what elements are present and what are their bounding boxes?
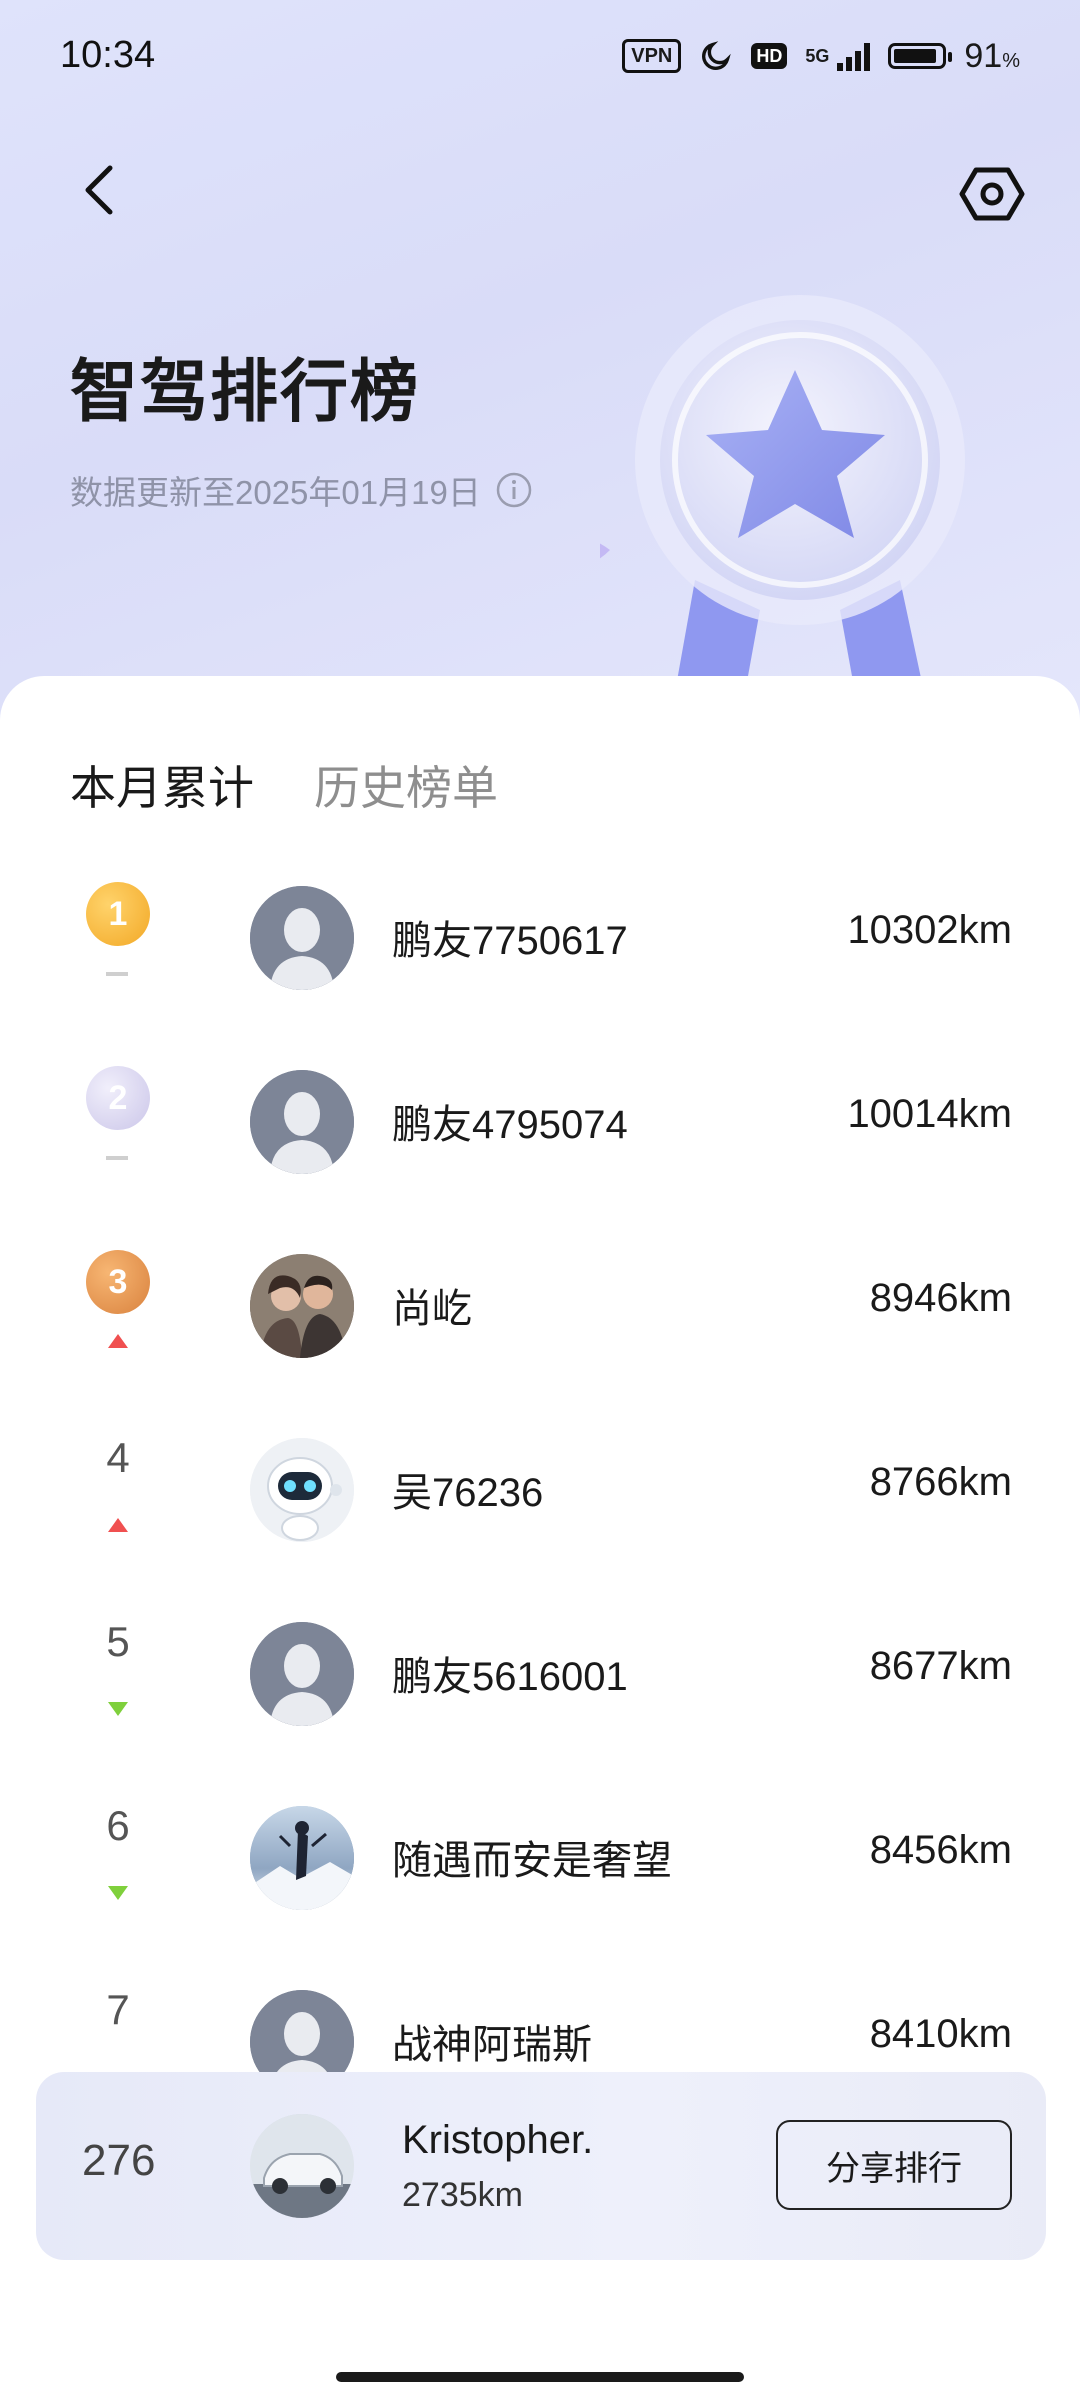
share-ranking-button[interactable]: 分享排行	[776, 2120, 1012, 2210]
user-name: 尚屹	[392, 1287, 472, 1331]
tab-history[interactable]: 历史榜单	[314, 752, 498, 818]
status-time: 10:34	[60, 34, 156, 76]
hd-icon: HD	[751, 43, 788, 69]
rank-row[interactable]: 4 吴76236 8766km	[0, 1398, 1080, 1582]
trend-same-icon	[106, 972, 128, 976]
rank-number: 5	[106, 1618, 130, 1665]
user-name: 吴76236	[392, 1471, 544, 1515]
tab-monthly[interactable]: 本月累计	[70, 752, 254, 818]
update-text: 数据更新至2025年01月19日	[70, 474, 481, 511]
tab-bar: 本月累计 历史榜单	[70, 752, 498, 818]
trend-down-icon	[108, 1886, 128, 1900]
rank-cell: 5	[78, 1618, 158, 1728]
trend-up-icon	[108, 1518, 128, 1532]
avatar[interactable]	[250, 1438, 354, 1542]
gold-medal-icon: 1	[86, 882, 150, 946]
user-name: 随遇而安是奢望	[392, 1839, 672, 1883]
trend-same-icon	[106, 1156, 128, 1160]
silver-medal-icon: 2	[86, 1066, 150, 1130]
trend-up-icon	[108, 1334, 128, 1348]
page-title: 智驾排行榜	[70, 354, 421, 430]
user-name: 战神阿瑞斯	[392, 2023, 592, 2067]
user-name: 鹏友4795074	[392, 1103, 628, 1147]
update-info: 数据更新至2025年01月19日	[70, 466, 533, 514]
info-circle-icon[interactable]	[495, 471, 533, 509]
avatar[interactable]	[250, 1622, 354, 1726]
my-rank-number: 276	[82, 2136, 156, 2185]
hero-header: 10:34 VPN HD 5G 91% 智驾排行榜 数据更新至2025年01月1…	[0, 0, 1080, 720]
distance-value: 8946km	[869, 1276, 1012, 1320]
hexagon-settings-icon[interactable]	[956, 158, 1028, 230]
distance-value: 10014km	[847, 1092, 1012, 1136]
my-rank-bar: 276 Kristopher. 2735km 分享排行	[36, 2072, 1046, 2260]
distance-value: 8766km	[869, 1460, 1012, 1504]
rank-number: 7	[106, 1986, 130, 2033]
rank-row[interactable]: 6 随遇而安是奢望 8456km	[0, 1766, 1080, 1950]
avatar[interactable]	[250, 1070, 354, 1174]
rank-cell: 4	[78, 1434, 158, 1544]
distance-value: 8677km	[869, 1644, 1012, 1688]
user-name: 鹏友7750617	[392, 919, 628, 963]
rank-number: 6	[106, 1802, 130, 1849]
my-avatar	[250, 2114, 354, 2218]
bronze-medal-icon: 3	[86, 1250, 150, 1314]
rank-number: 4	[106, 1434, 130, 1481]
star-medal-icon	[600, 295, 965, 720]
home-indicator[interactable]	[336, 2372, 744, 2382]
status-icons: VPN HD 5G 91%	[622, 34, 1020, 78]
rank-cell: 6	[78, 1802, 158, 1912]
vpn-icon: VPN	[622, 39, 682, 73]
my-name: Kristopher.	[402, 2118, 594, 2162]
avatar[interactable]	[250, 886, 354, 990]
avatar[interactable]	[250, 1806, 354, 1910]
avatar[interactable]	[250, 1254, 354, 1358]
rank-cell: 2	[78, 1066, 158, 1176]
moon-icon	[702, 41, 732, 70]
battery-percent: 91%	[964, 36, 1020, 75]
rank-cell: 3	[78, 1250, 158, 1360]
battery-fill	[894, 49, 937, 63]
trend-down-icon	[108, 1702, 128, 1716]
rank-row[interactable]: 1 鹏友7750617 10302km	[0, 846, 1080, 1030]
user-name: 鹏友5616001	[392, 1655, 628, 1699]
chevron-left-icon[interactable]	[70, 158, 134, 222]
battery-icon	[888, 43, 953, 69]
distance-value: 10302km	[847, 908, 1012, 952]
rank-row[interactable]: 2 鹏友4795074 10014km	[0, 1030, 1080, 1214]
rank-row[interactable]: 5 鹏友5616001 8677km	[0, 1582, 1080, 1766]
distance-value: 8410km	[869, 2012, 1012, 2056]
network-type: 5G	[805, 46, 830, 66]
rank-cell: 1	[78, 882, 158, 992]
signal-icon	[837, 41, 871, 71]
my-distance: 2735km	[402, 2176, 523, 2214]
distance-value: 8456km	[869, 1828, 1012, 1872]
rank-list: 1 鹏友7750617 10302km 2 鹏友4795074 10014km 3 尚屹 894…	[0, 846, 1080, 2134]
rank-row[interactable]: 3 尚屹 8946km	[0, 1214, 1080, 1398]
status-bar: 10:34 VPN HD 5G 91%	[0, 0, 1080, 110]
